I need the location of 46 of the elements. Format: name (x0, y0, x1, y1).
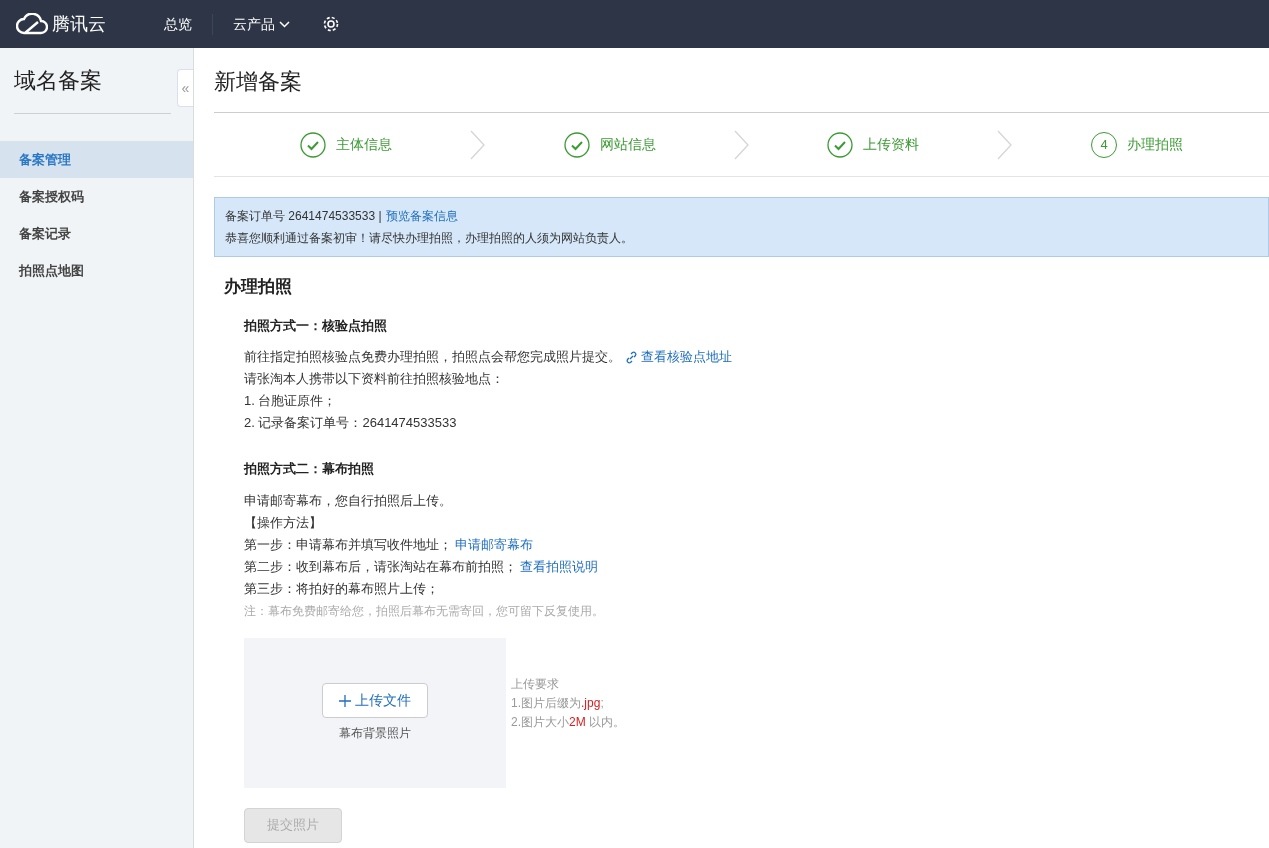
chevron-right-icon (997, 129, 1014, 160)
sidebar-item[interactable]: 拍照点地图 (0, 252, 193, 289)
text-link[interactable]: 申请邮寄幕布 (455, 533, 533, 556)
preview-link[interactable]: 预览备案信息 (385, 205, 458, 227)
instruction-text: 第二步：收到幕布后，请张淘站在幕布前拍照； (244, 557, 517, 576)
cloud-logo-icon (16, 13, 48, 35)
instruction-text: 1. 台胞证原件； (244, 392, 337, 410)
collapse-button[interactable]: « (177, 69, 193, 107)
step-label: 主体信息 (335, 135, 392, 154)
instruction-text: 【操作方法】 (244, 513, 322, 532)
note-text: 注：幕布免费邮寄给您，拍照后幕布无需寄回，您可留下反复使用。 (244, 602, 605, 620)
sidebar-item[interactable]: 备案管理 (0, 141, 193, 178)
plus-icon (339, 694, 351, 707)
instruction-text: 请张淘本人携带以下资料前往拍照核验地点： (244, 370, 504, 388)
logo-text: 腾讯云 (52, 13, 106, 36)
page-title: 新增备案 (214, 48, 1269, 113)
instruction-text: 前往指定拍照核验点免费办理拍照，拍照点会帮您完成照片提交。 (244, 348, 621, 366)
settings-icon[interactable] (322, 15, 340, 33)
step-label: 网站信息 (599, 135, 656, 154)
order-number: 备案订单号 2641474533533 | (225, 208, 382, 225)
requirement-text: 1.图片后缀为.jpg; (511, 694, 605, 712)
method-title: 拍照方式一：核验点拍照 (244, 316, 388, 335)
notice-message: 恭喜您顺利通过备案初审！请尽快办理拍照，办理拍照的人须为网站负责人。 (225, 230, 634, 247)
requirements-title: 上传要求 (511, 675, 560, 693)
nav-link[interactable]: 云产品 (212, 13, 310, 35)
upload-caption: 幕布背景照片 (339, 725, 411, 742)
section-title: 办理拍照 (224, 276, 293, 298)
text-link[interactable]: 查看核验点地址 (641, 346, 732, 368)
step-label: 办理拍照 (1127, 135, 1184, 154)
method-title: 拍照方式二：幕布拍照 (244, 460, 375, 478)
requirement-text: 2.图片大小2M 以内。 (511, 713, 626, 731)
instruction-text: 2. 记录备案订单号：2641474533533 (244, 414, 457, 432)
link-icon (625, 350, 638, 364)
nav-link[interactable]: 总览 (144, 13, 212, 35)
upload-button[interactable]: 上传文件 (322, 683, 428, 718)
text-link[interactable]: 查看拍照说明 (520, 555, 598, 578)
sidebar-title: 域名备案 (14, 64, 171, 114)
sidebar-item[interactable]: 备案记录 (0, 215, 193, 252)
instruction-text: 第一步：申请幕布并填写收件地址； (244, 535, 452, 554)
sidebar-item[interactable]: 备案授权码 (0, 178, 193, 215)
instruction-text: 申请邮寄幕布，您自行拍照后上传。 (244, 491, 452, 510)
chevron-right-icon (469, 129, 486, 160)
chevron-down-icon (279, 20, 290, 28)
instruction-text: 第三步：将拍好的幕布照片上传； (244, 579, 439, 598)
step-label: 上传资料 (863, 135, 920, 154)
chevron-right-icon (733, 129, 750, 160)
